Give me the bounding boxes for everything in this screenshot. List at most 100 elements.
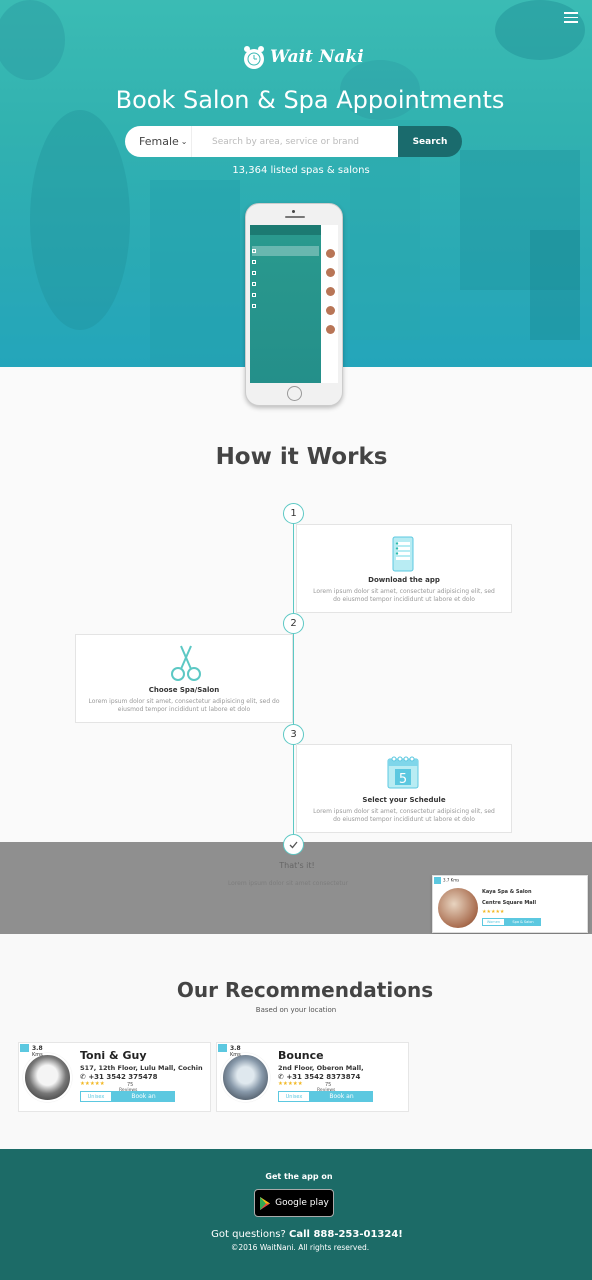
status-bar [250, 225, 321, 235]
step-title: Select your Schedule [362, 796, 446, 804]
drawer-item [252, 301, 319, 311]
gender-select[interactable]: Female ⌄ [125, 126, 191, 157]
step-description: Lorem ipsum dolor sit amet, consectetur … [313, 588, 495, 603]
book-button[interactable]: Book an [112, 1091, 175, 1102]
star-rating: ★★★★★ [80, 1081, 105, 1087]
salon-name: Kaya Spa & Salon [482, 889, 532, 895]
drawer-item [252, 279, 319, 289]
star-rating: ★★★★★ [482, 909, 505, 915]
salon-image [438, 888, 478, 928]
footer: Get the app on Google play Got questions… [0, 1149, 592, 1280]
step-card-choose: Choose Spa/Salon Lorem ipsum dolor sit a… [75, 634, 293, 723]
salon-image [23, 1053, 72, 1102]
phone-icon: ✆ [278, 1073, 284, 1081]
app-list-icon [392, 536, 414, 572]
step-title: Download the app [368, 576, 440, 584]
star-rating: ★★★★★ [278, 1081, 303, 1087]
step-card-schedule: 5 Select your Schedule Lorem ipsum dolor… [296, 744, 512, 833]
store-label: Google play [275, 1198, 329, 1208]
svg-text:5: 5 [399, 772, 407, 787]
section-title: Our Recommendations [176, 978, 434, 1002]
drawer-item [252, 268, 319, 278]
drawer-item [252, 257, 319, 267]
phone-number: +31 3542 375478 [88, 1073, 158, 1081]
distance-badge [20, 1044, 29, 1052]
search-bar: Female ⌄ Search [125, 126, 462, 157]
phone-home-button [287, 386, 302, 401]
step-description: Lorem ipsum dolor sit amet, consectetur … [313, 808, 495, 823]
contact-phone-link[interactable]: Call 888-253-01324! [289, 1229, 403, 1240]
alarm-clock-icon [244, 46, 264, 69]
distance-unit: Kms [230, 1052, 241, 1058]
salon-address: 2nd Floor, Oberon Mall, [278, 1064, 364, 1072]
salon-address: S17, 12th Floor, Lulu Mall, Cochin [80, 1064, 203, 1072]
phone-speaker [285, 216, 305, 218]
done-subtitle: Lorem ipsum dolor sit amet consectetur [227, 880, 349, 887]
contact-prefix: Got questions? [211, 1229, 286, 1240]
app-header [250, 235, 321, 245]
category-tag: Unisex [80, 1091, 112, 1102]
step-description: Lorem ipsum dolor sit amet, consectetur … [88, 698, 280, 713]
step-number: 3 [283, 724, 304, 745]
step-number: 1 [283, 503, 304, 524]
step-title: Choose Spa/Salon [148, 686, 220, 694]
listed-count: 13,364 listed spas & salons [232, 165, 370, 176]
salon-image [221, 1053, 270, 1102]
search-input[interactable] [191, 126, 398, 157]
recommendation-card[interactable]: 3.8 Kms Bounce 2nd Floor, Oberon Mall, ✆… [216, 1042, 409, 1112]
recommendation-card[interactable]: 3.8 Kms Toni & Guy S17, 12th Floor, Lulu… [18, 1042, 211, 1112]
avatar [326, 287, 335, 296]
category-tag: Women [482, 918, 505, 926]
salon-location: Centre Square Mall [482, 900, 537, 906]
gender-select-value: Female [139, 135, 179, 148]
distance-unit: Kms [32, 1052, 43, 1058]
contact-line: Got questions? Call 888-253-01324! [0, 1229, 592, 1240]
phone-number: +31 3542 8373874 [286, 1073, 361, 1081]
google-play-button[interactable]: Google play [254, 1189, 334, 1217]
page-title: Book Salon & Spa Appointments [115, 86, 505, 114]
avatar [326, 325, 335, 334]
app-list-preview [321, 225, 338, 383]
book-button[interactable]: Spa & Salon [505, 918, 541, 926]
distance-text: 3.7 Kms [443, 877, 460, 883]
salon-name[interactable]: Toni & Guy [80, 1049, 146, 1062]
search-button[interactable]: Search [398, 126, 462, 157]
phone-screen [250, 225, 338, 383]
salon-phone: ✆ +31 3542 8373874 [278, 1073, 360, 1081]
check-icon [283, 834, 304, 855]
distance-badge: 3.7 Kms [434, 877, 459, 884]
drawer-item [252, 290, 319, 300]
drawer-item [252, 246, 319, 256]
get-app-label: Get the app on [265, 1172, 333, 1181]
book-button[interactable]: Book an [310, 1091, 373, 1102]
menu-icon[interactable] [564, 12, 578, 23]
avatar [326, 249, 335, 258]
calendar-icon: 5 [387, 756, 419, 789]
phone-camera [292, 210, 295, 213]
category-tag: Unisex [278, 1091, 310, 1102]
copyright: ©2016 WaitNani. All rights reserved. [230, 1243, 370, 1252]
salon-phone: ✆ +31 3542 375478 [80, 1073, 158, 1081]
scissors-icon [171, 645, 201, 681]
salon-popup-card[interactable]: 3.7 Kms Kaya Spa & Salon Centre Square M… [432, 875, 588, 933]
phone-mockup [245, 203, 343, 406]
step-card-download: Download the app Lorem ipsum dolor sit a… [296, 524, 512, 613]
distance-value: 3.8 [230, 1045, 241, 1052]
section-subtitle: Based on your location [255, 1006, 337, 1014]
done-title: That's it! [279, 861, 315, 870]
avatar [326, 306, 335, 315]
salon-name[interactable]: Bounce [278, 1049, 324, 1062]
chevron-down-icon: ⌄ [180, 137, 188, 146]
avatar [326, 268, 335, 277]
recommendations-section: Our Recommendations Based on your locati… [0, 934, 592, 1149]
distance-badge [218, 1044, 227, 1052]
distance-value: 3.8 [32, 1045, 43, 1052]
app-drawer [250, 225, 321, 383]
play-store-icon [260, 1196, 271, 1210]
timeline-line [293, 523, 294, 843]
section-title: How it Works [215, 444, 388, 470]
brand-name: Wait Naki [270, 47, 364, 67]
phone-icon: ✆ [80, 1073, 86, 1081]
step-number: 2 [283, 613, 304, 634]
brand-logo[interactable]: Wait Naki [242, 44, 364, 70]
